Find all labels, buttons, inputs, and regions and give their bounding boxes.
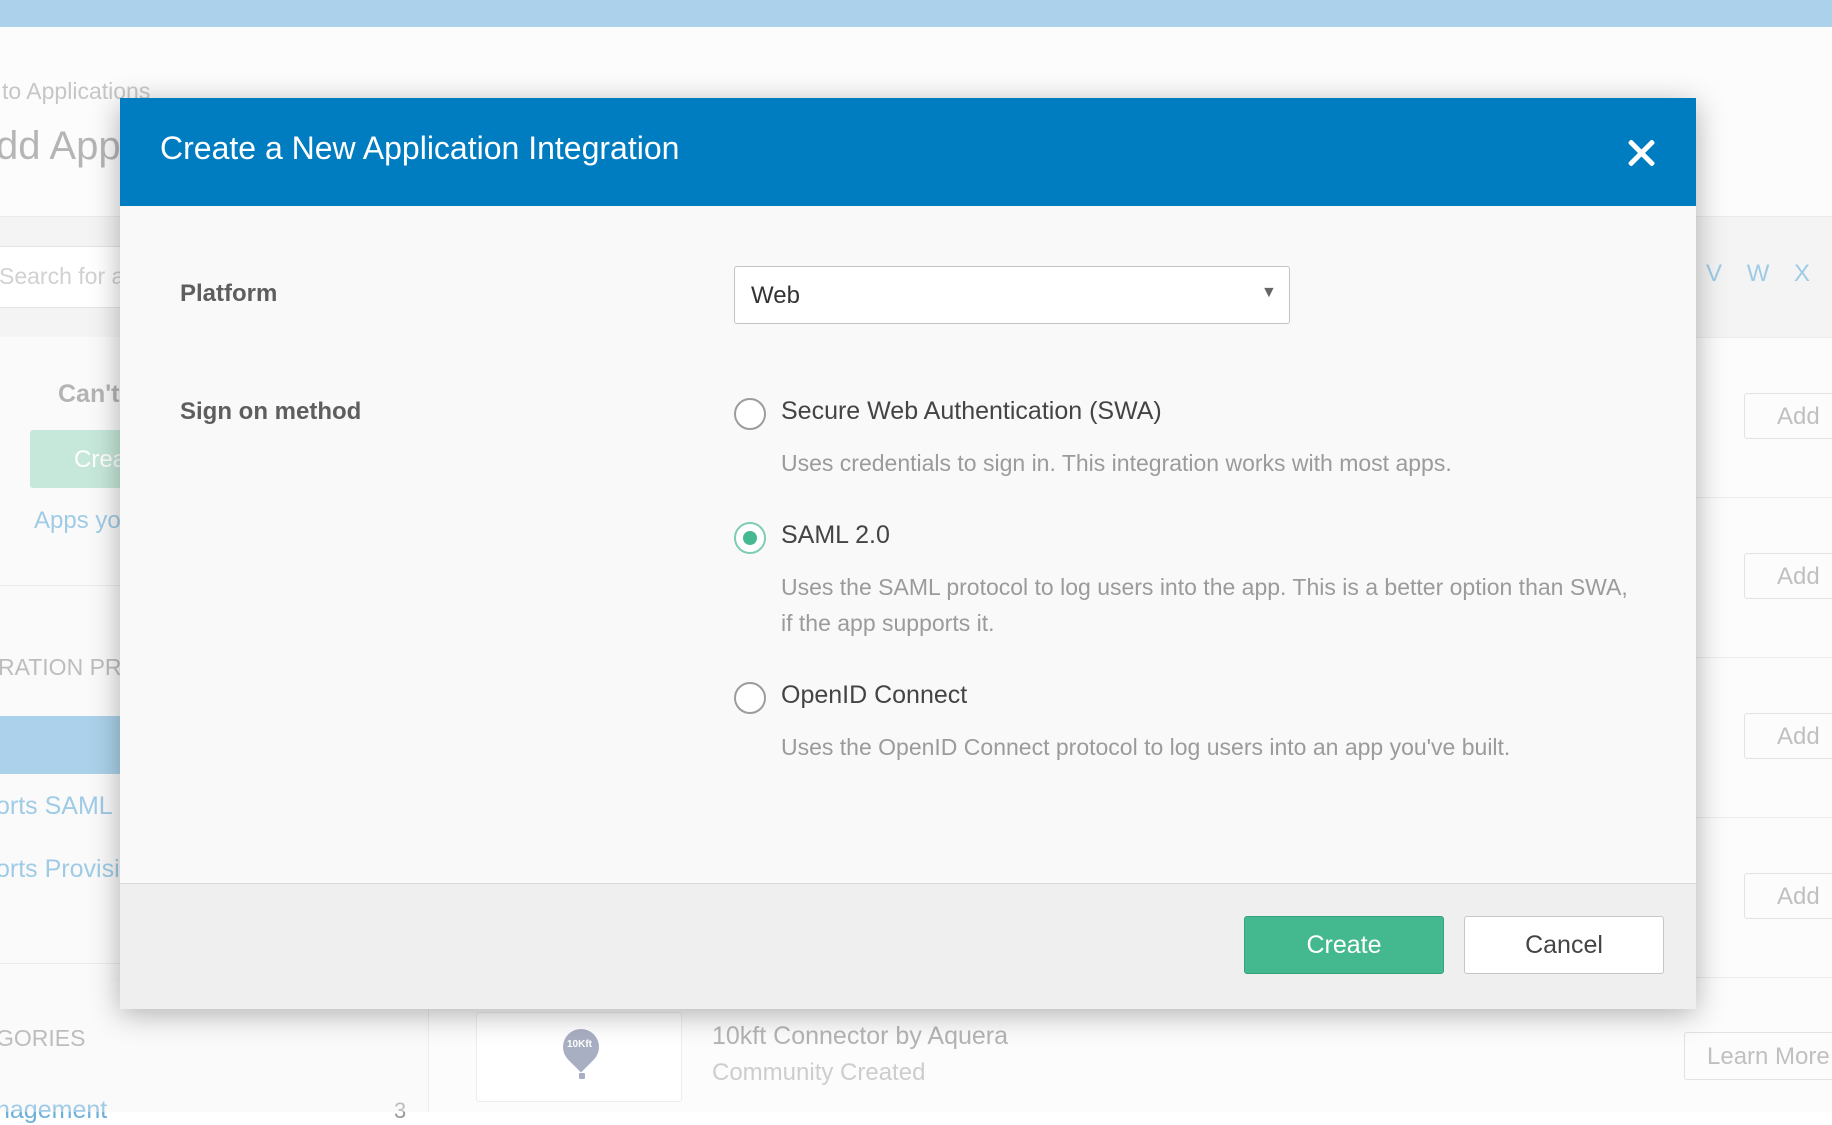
platform-label: Platform [180,280,278,307]
cancel-button[interactable]: Cancel [1464,916,1664,974]
dialog-footer: Create Cancel [120,883,1696,1009]
radio-swa[interactable] [734,398,766,430]
radio-openid[interactable] [734,682,766,714]
sign-on-method-label: Sign on method [180,398,362,425]
option-openid-label[interactable]: OpenID Connect [781,681,967,710]
caret-down-icon: ▼ [1261,284,1277,301]
radio-saml[interactable] [734,522,766,554]
platform-select[interactable]: Web ▼ [734,266,1290,324]
option-saml-description: Uses the SAML protocol to log users into… [781,574,1628,636]
option-swa-description: Uses credentials to sign in. This integr… [781,450,1452,476]
create-button[interactable]: Create [1244,916,1444,974]
close-icon[interactable] [1624,136,1658,170]
platform-value: Web [751,282,800,309]
dialog-title: Create a New Application Integration [160,130,680,166]
option-swa-label[interactable]: Secure Web Authentication (SWA) [781,397,1162,426]
dialog-header: Create a New Application Integration [120,98,1696,206]
option-openid-description: Uses the OpenID Connect protocol to log … [781,734,1511,760]
create-app-dialog: Create a New Application Integration Pla… [120,98,1696,1009]
option-saml-label[interactable]: SAML 2.0 [781,521,890,550]
